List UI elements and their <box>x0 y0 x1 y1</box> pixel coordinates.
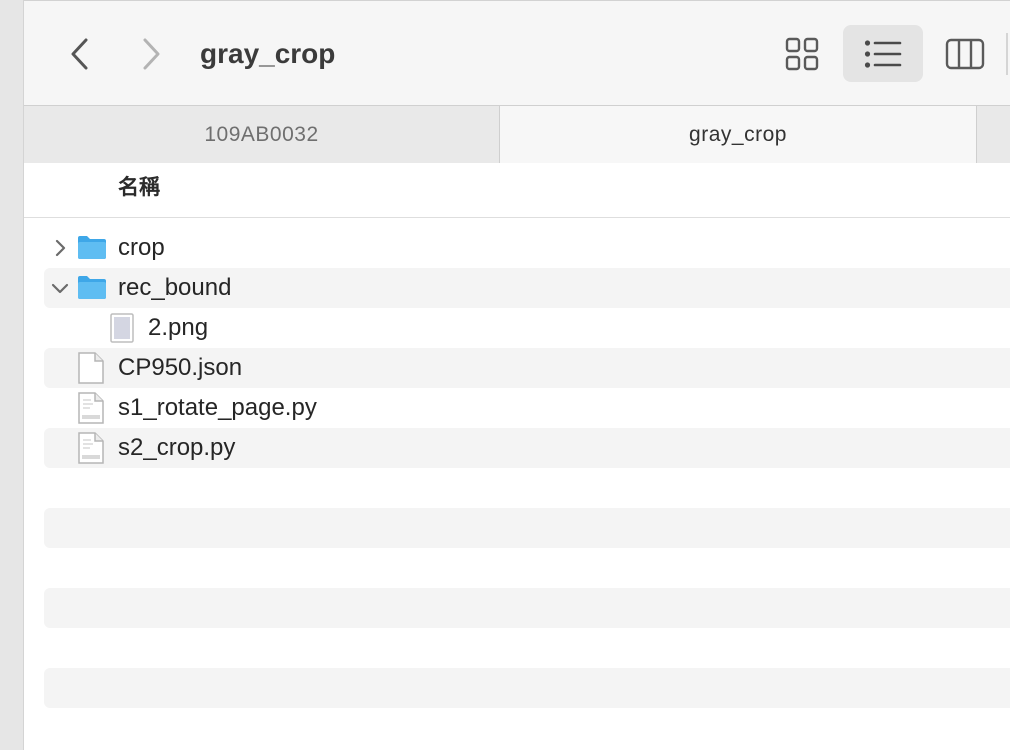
list-item[interactable]: 2.png <box>44 308 1010 348</box>
list-item[interactable]: CP950.json <box>44 348 1010 388</box>
folder-icon <box>78 276 106 299</box>
list-view-icon <box>864 39 902 68</box>
toolbar-divider <box>1006 33 1008 75</box>
file-name: s2_crop.py <box>118 434 236 461</box>
tab-109ab0032[interactable]: 109AB0032 <box>24 106 500 163</box>
chevron-right-icon[interactable] <box>50 238 70 258</box>
grid-view-button[interactable] <box>762 25 842 82</box>
column-view-button[interactable] <box>925 25 1005 82</box>
empty-row <box>44 468 1010 508</box>
document-icon <box>78 352 104 384</box>
finder-window: gray_crop 109AB0032 gray_crop 名稱 crop re… <box>24 0 1010 751</box>
list-item[interactable]: s1_rotate_page.py <box>44 388 1010 428</box>
python-file-icon <box>78 432 104 464</box>
forward-button[interactable] <box>131 35 171 73</box>
empty-row <box>44 588 1010 628</box>
empty-row <box>44 548 1010 588</box>
list-item[interactable]: crop <box>44 228 1010 268</box>
back-button[interactable] <box>60 35 100 73</box>
file-name: rec_bound <box>118 274 232 301</box>
tab-bar: 109AB0032 gray_crop <box>24 105 1010 164</box>
empty-row <box>44 628 1010 668</box>
column-view-icon <box>945 38 985 69</box>
list-item[interactable]: rec_bound <box>44 268 1010 308</box>
empty-row <box>44 508 1010 548</box>
file-name: s1_rotate_page.py <box>118 394 317 421</box>
file-name: 2.png <box>148 314 209 341</box>
python-file-icon <box>78 392 104 424</box>
empty-row <box>44 668 1010 708</box>
file-name: crop <box>118 234 165 261</box>
grid-view-icon <box>785 37 819 70</box>
sidebar-edge <box>0 0 24 750</box>
list-view-button[interactable] <box>843 25 923 82</box>
file-name: CP950.json <box>118 354 243 381</box>
name-column-header[interactable]: 名稱 <box>118 163 160 213</box>
list-item[interactable]: s2_crop.py <box>44 428 1010 468</box>
tab-gray-crop[interactable]: gray_crop <box>500 106 977 163</box>
tab-overflow[interactable] <box>977 106 1010 163</box>
chevron-down-icon[interactable] <box>50 278 70 298</box>
image-file-icon <box>110 313 134 343</box>
chevron-right-icon <box>143 38 160 70</box>
toolbar: gray_crop <box>24 1 1010 105</box>
window-title: gray_crop <box>200 38 336 69</box>
column-header: 名稱 <box>24 163 1010 218</box>
folder-icon <box>78 236 106 259</box>
chevron-left-icon <box>71 38 88 70</box>
file-list: crop rec_bound 2.png CP950.json s1_rotat… <box>44 228 1010 748</box>
empty-row <box>44 708 1010 748</box>
